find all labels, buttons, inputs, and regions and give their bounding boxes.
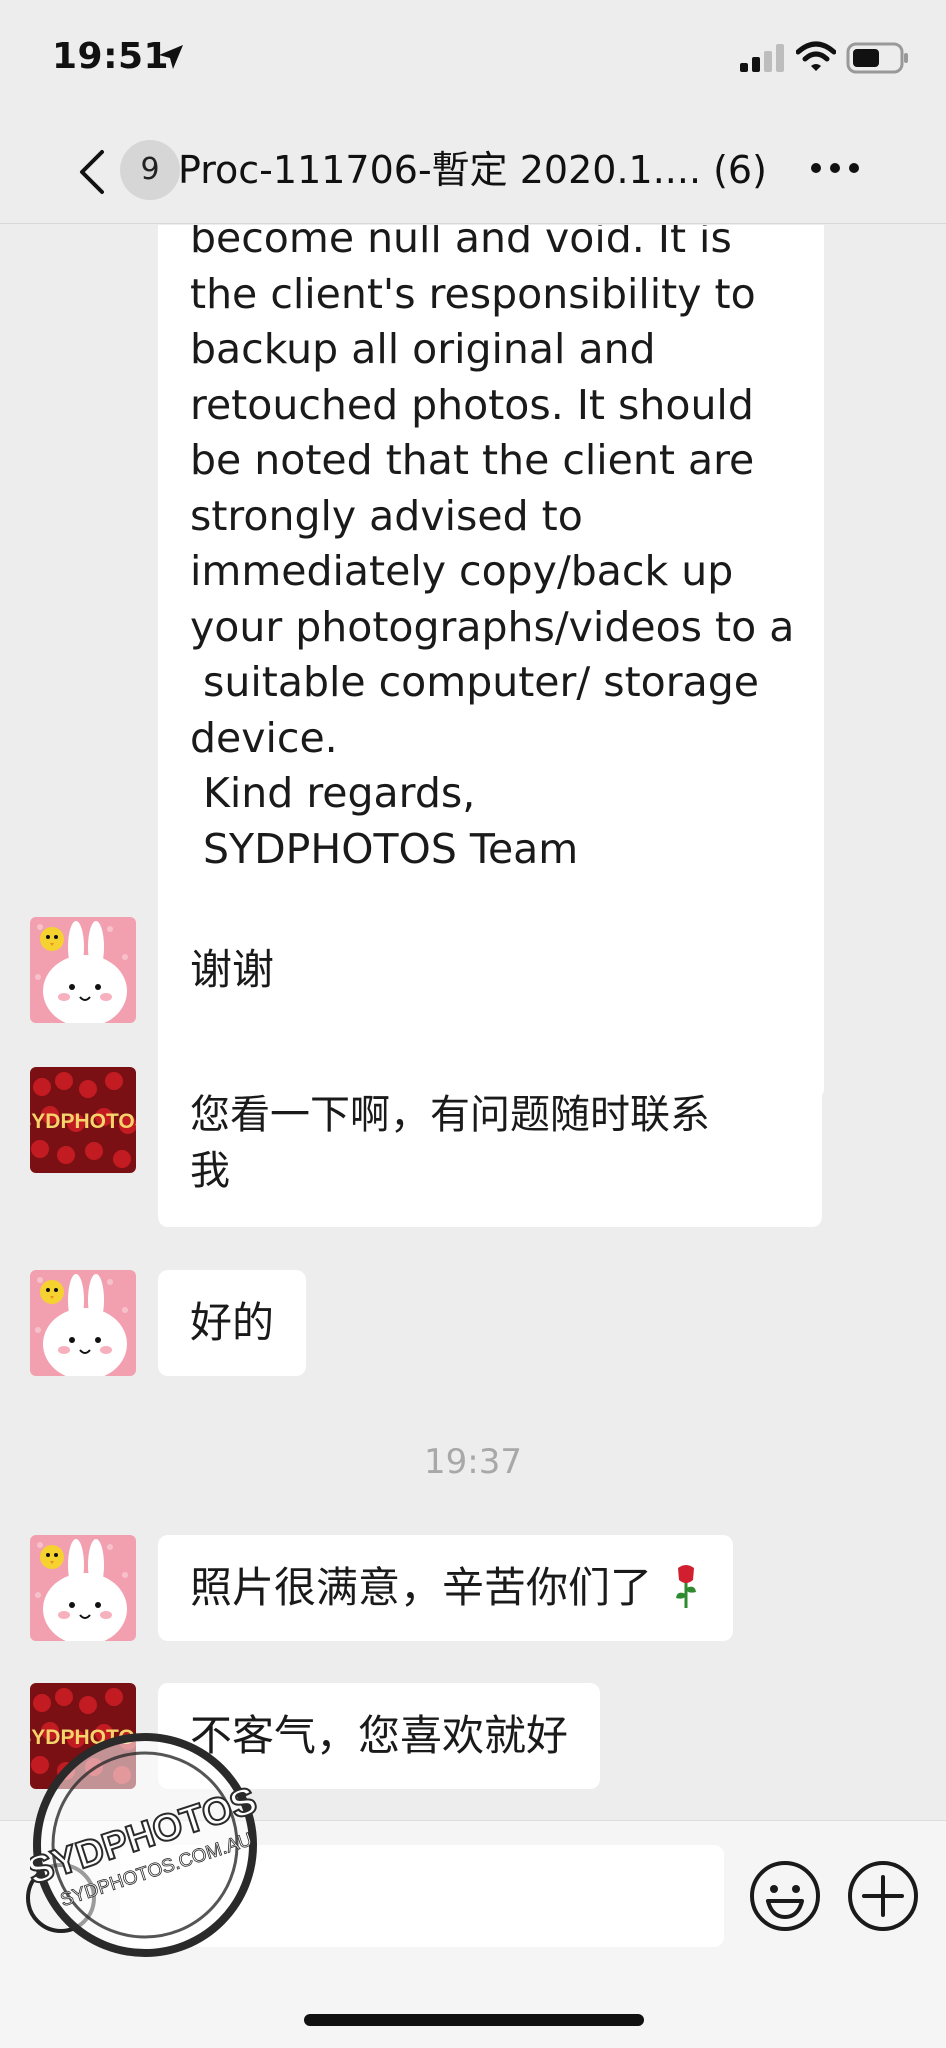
message-bubble-vendor: 您看一下啊，有问题随时联系 我 bbox=[158, 1067, 822, 1227]
chat-header: 9 Proc-111706-暫定 2020.1.... (6) bbox=[0, 120, 946, 224]
strawberry-avatar-icon: SYDPHOTOS bbox=[30, 1067, 136, 1173]
back-chevron-icon[interactable] bbox=[76, 148, 106, 196]
avatar-brand-text: SYDPHOTOS bbox=[30, 1110, 136, 1133]
message-timestamp: 19:37 bbox=[424, 1442, 522, 1482]
message-line: retouched photos. It should bbox=[190, 380, 754, 429]
sydphotos-watermark-logo: SYDPHOTOS SYDPHOTOS.COM.AU bbox=[30, 1733, 260, 1957]
location-arrow-icon bbox=[159, 45, 183, 69]
more-icon[interactable] bbox=[810, 160, 860, 176]
signal-icon bbox=[740, 44, 784, 72]
message-line: device. bbox=[190, 713, 338, 762]
message-line: immediately copy/back up bbox=[190, 547, 734, 595]
bunny-avatar-icon bbox=[30, 917, 136, 1023]
message-line: backup all original and bbox=[190, 325, 656, 373]
message-bubble-customer: 照片很满意，辛苦你们了 bbox=[158, 1535, 734, 1641]
status-time: 19:51 bbox=[52, 36, 170, 77]
home-indicator[interactable] bbox=[304, 2014, 644, 2026]
message-line: Kind regards, bbox=[190, 769, 476, 817]
message-text: 我 bbox=[190, 1148, 230, 1194]
rose-icon bbox=[676, 1565, 697, 1608]
chat-message-list[interactable]: become null and void. It is the client's… bbox=[0, 225, 946, 1820]
message-line: strongly advised to bbox=[190, 491, 583, 540]
message-line: the client's responsibility to bbox=[190, 269, 756, 318]
status-bar: 19:51 bbox=[0, 0, 946, 120]
message-line: become null and void. It is bbox=[190, 225, 732, 262]
message-text: 好的 bbox=[190, 1298, 275, 1347]
battery-icon bbox=[846, 42, 908, 74]
bunny-avatar-icon bbox=[30, 1270, 136, 1376]
message-bubble-customer: 好的 bbox=[158, 1270, 307, 1376]
message-line: SYDPHOTOS Team bbox=[190, 824, 579, 873]
message-text: 您看一下啊，有问题随时联系 bbox=[190, 1092, 710, 1138]
message-line: suitable computer/ storage bbox=[190, 658, 759, 706]
message-line: be noted that the client are bbox=[190, 436, 755, 484]
customer-avatar[interactable] bbox=[30, 1270, 136, 1376]
customer-avatar[interactable] bbox=[30, 917, 136, 1023]
chat-title[interactable]: Proc-111706-暫定 2020.1.... (6) bbox=[178, 142, 767, 198]
unread-count-badge[interactable]: 9 bbox=[120, 140, 180, 200]
vendor-avatar[interactable]: SYDPHOTOS bbox=[30, 1067, 136, 1173]
message-text: 照片很满意，辛苦你们了 bbox=[190, 1563, 653, 1612]
emoji-icon[interactable] bbox=[748, 1859, 822, 1933]
wifi-icon bbox=[796, 41, 836, 71]
message-text: 谢谢 bbox=[190, 945, 275, 994]
plus-icon[interactable] bbox=[846, 1859, 920, 1933]
customer-avatar[interactable] bbox=[30, 1535, 136, 1641]
message-bubble-customer: 谢谢 bbox=[158, 917, 307, 1023]
message-text: become null and void. It is the client's… bbox=[190, 225, 794, 877]
bunny-avatar-icon bbox=[30, 1535, 136, 1641]
message-line: your photographs/videos to a bbox=[190, 602, 795, 651]
